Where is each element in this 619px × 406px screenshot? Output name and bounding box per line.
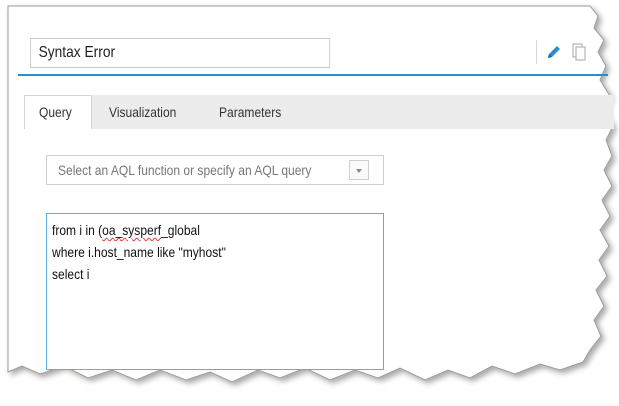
- tab-parameters-label: Parameters: [219, 104, 282, 120]
- spellcheck-flagged-text: oa_sysperf: [102, 222, 162, 238]
- aql-function-select[interactable]: Select an AQL function or specify an AQL…: [46, 155, 384, 185]
- tab-query[interactable]: Query: [24, 95, 92, 129]
- toolbar-divider: [536, 40, 537, 64]
- query-editor-panel: Syntax Error Query Visualization Paramet…: [0, 0, 619, 406]
- aql-query-textarea[interactable]: from i in (oa_sysperf_global where i.hos…: [46, 213, 384, 370]
- query-line-3: select i: [52, 266, 90, 282]
- dropdown-toggle[interactable]: [349, 160, 369, 180]
- query-line-2: where i.host_name like "myhost": [52, 244, 226, 260]
- query-title-value: Syntax Error: [38, 44, 116, 61]
- tab-visualization-label: Visualization: [109, 104, 177, 120]
- tab-query-label: Query: [39, 104, 72, 120]
- chevron-down-icon: [356, 169, 362, 173]
- query-line-1-suffix: _global: [161, 222, 200, 238]
- tab-visualization[interactable]: Visualization: [109, 95, 187, 129]
- header-divider: [18, 74, 608, 76]
- aql-select-placeholder: Select an AQL function or specify an AQL…: [58, 162, 312, 178]
- query-title-input[interactable]: Syntax Error: [30, 38, 331, 68]
- copy-icon[interactable]: [572, 43, 586, 61]
- query-line-1: from i in (oa_sysperf_global: [52, 222, 200, 238]
- edit-icon[interactable]: [546, 44, 562, 60]
- tab-parameters[interactable]: Parameters: [219, 95, 291, 129]
- query-line-1-prefix: from i in (: [52, 222, 103, 238]
- tab-bar: Query Visualization Parameters: [24, 95, 614, 129]
